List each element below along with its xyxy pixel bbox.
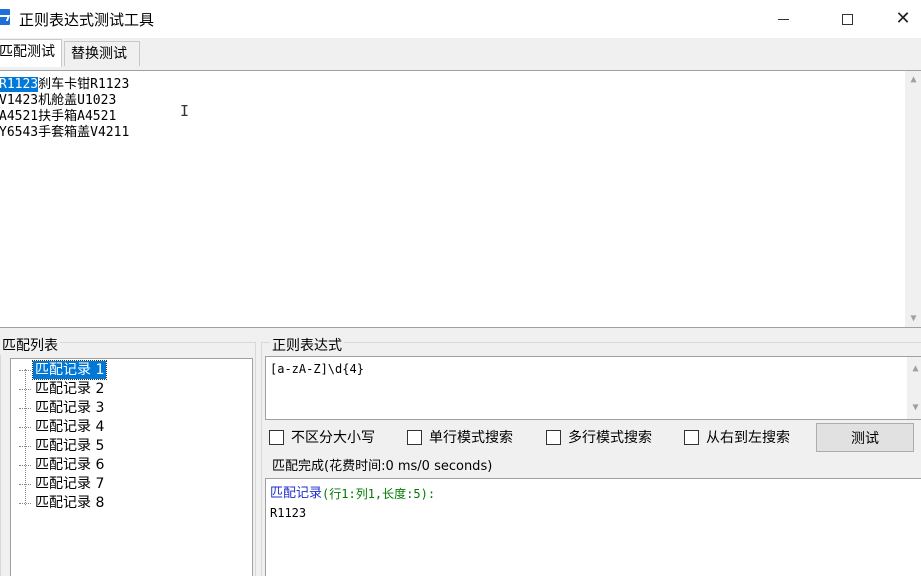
minimize-button[interactable] (760, 0, 806, 38)
record-detail: (行1:列1,长度:5): (322, 487, 436, 501)
close-button[interactable]: ✕ (880, 0, 921, 38)
tree-branch (19, 465, 31, 466)
regex-input[interactable]: [a-zA-Z]\d{4} ▲ ▼ (265, 356, 921, 420)
scroll-up-icon[interactable]: ▲ (910, 363, 921, 374)
scroll-up-icon[interactable]: ▲ (908, 74, 919, 85)
line-text: Y6543手套箱盖V4211 (0, 125, 130, 140)
regex-value: [a-zA-Z]\d{4} (270, 362, 364, 376)
tree-branch (19, 408, 31, 409)
option-ignore-case[interactable]: 不区分大小写 (269, 428, 375, 446)
tab-replace-test[interactable]: 替换测试 (64, 41, 140, 66)
input-line: A4521扶手箱A4521 (0, 109, 921, 125)
tab-strip: 匹配测试 替换测试 (0, 38, 921, 67)
maximize-button[interactable] (824, 0, 870, 38)
input-line: V1423机舱盖U1023 (0, 93, 921, 109)
checkbox[interactable] (269, 429, 284, 445)
close-icon: ✕ (895, 8, 911, 29)
tree-branch (19, 427, 31, 428)
input-scrollbar[interactable]: ▲ ▼ (905, 71, 921, 327)
regex-scrollbar[interactable]: ▲ ▼ (907, 357, 921, 419)
checkbox[interactable] (684, 429, 699, 445)
tree-branch (19, 446, 31, 447)
option-right-to-left[interactable]: 从右到左搜索 (684, 428, 790, 446)
input-line: R1123刹车卡钳R1123 (0, 77, 921, 93)
selected-text: R1123 (0, 77, 39, 92)
option-label: 不区分大小写 (291, 430, 375, 446)
checkbox[interactable] (407, 429, 422, 445)
tree-branch (19, 503, 31, 504)
line-text: V1423机舱盖U1023 (0, 93, 117, 108)
tree-item-label: 匹配记录 2 (35, 381, 105, 397)
input-text-area[interactable]: R1123刹车卡钳R1123 V1423机舱盖U1023 A4521扶手箱A45… (0, 70, 921, 328)
tree-branch (19, 484, 31, 485)
maximize-icon (841, 13, 853, 25)
text-cursor-icon: I (180, 102, 190, 120)
checkbox[interactable] (546, 429, 561, 445)
option-label: 单行模式搜索 (429, 430, 513, 446)
option-single-line[interactable]: 单行模式搜索 (407, 428, 513, 446)
app-icon (0, 9, 10, 25)
line-text: A4521扶手箱A4521 (0, 109, 117, 124)
match-list-tree[interactable]: 匹配记录 1 匹配记录 2 匹配记录 3 匹配记录 4 匹配记录 5 匹配记录 … (10, 358, 253, 576)
regex-label: 正则表达式 (270, 335, 344, 355)
scroll-down-icon[interactable]: ▼ (908, 313, 919, 324)
tree-item-label: 匹配记录 6 (35, 457, 105, 473)
match-list-label: 匹配列表 (0, 335, 60, 355)
tree-branch (19, 389, 31, 390)
title-bar: 正则表达式测试工具 ✕ (0, 0, 921, 38)
scroll-down-icon[interactable]: ▼ (910, 402, 921, 413)
tree-branch (19, 370, 31, 371)
option-label: 从右到左搜索 (706, 430, 790, 446)
result-status: 匹配完成(花费时间:0 ms/0 seconds) (270, 455, 495, 474)
result-record-header: 匹配记录 (行1:列1,长度:5): (270, 485, 920, 503)
tree-item-label: 匹配记录 5 (35, 438, 105, 454)
test-button[interactable]: 测试 (816, 423, 914, 452)
tree-item-label: 匹配记录 4 (35, 419, 105, 435)
input-line: Y6543手套箱盖V4211 (0, 125, 921, 141)
option-multi-line[interactable]: 多行模式搜索 (546, 428, 652, 446)
tab-match-test[interactable]: 匹配测试 (0, 39, 62, 67)
window-title: 正则表达式测试工具 (19, 11, 155, 29)
tree-item-label: 匹配记录 3 (35, 400, 105, 416)
record-value: R1123 (270, 506, 307, 520)
result-text-area[interactable]: 匹配记录 (行1:列1,长度:5): R1123 (265, 478, 921, 576)
tree-item-label: 匹配记录 1 (31, 360, 108, 380)
tree-item-label: 匹配记录 8 (35, 495, 105, 511)
minimize-icon (777, 18, 789, 20)
record-label: 匹配记录 (270, 486, 323, 501)
option-label: 多行模式搜索 (568, 430, 652, 446)
tree-item-label: 匹配记录 7 (35, 476, 105, 492)
line-text: 刹车卡钳R1123 (38, 77, 130, 92)
